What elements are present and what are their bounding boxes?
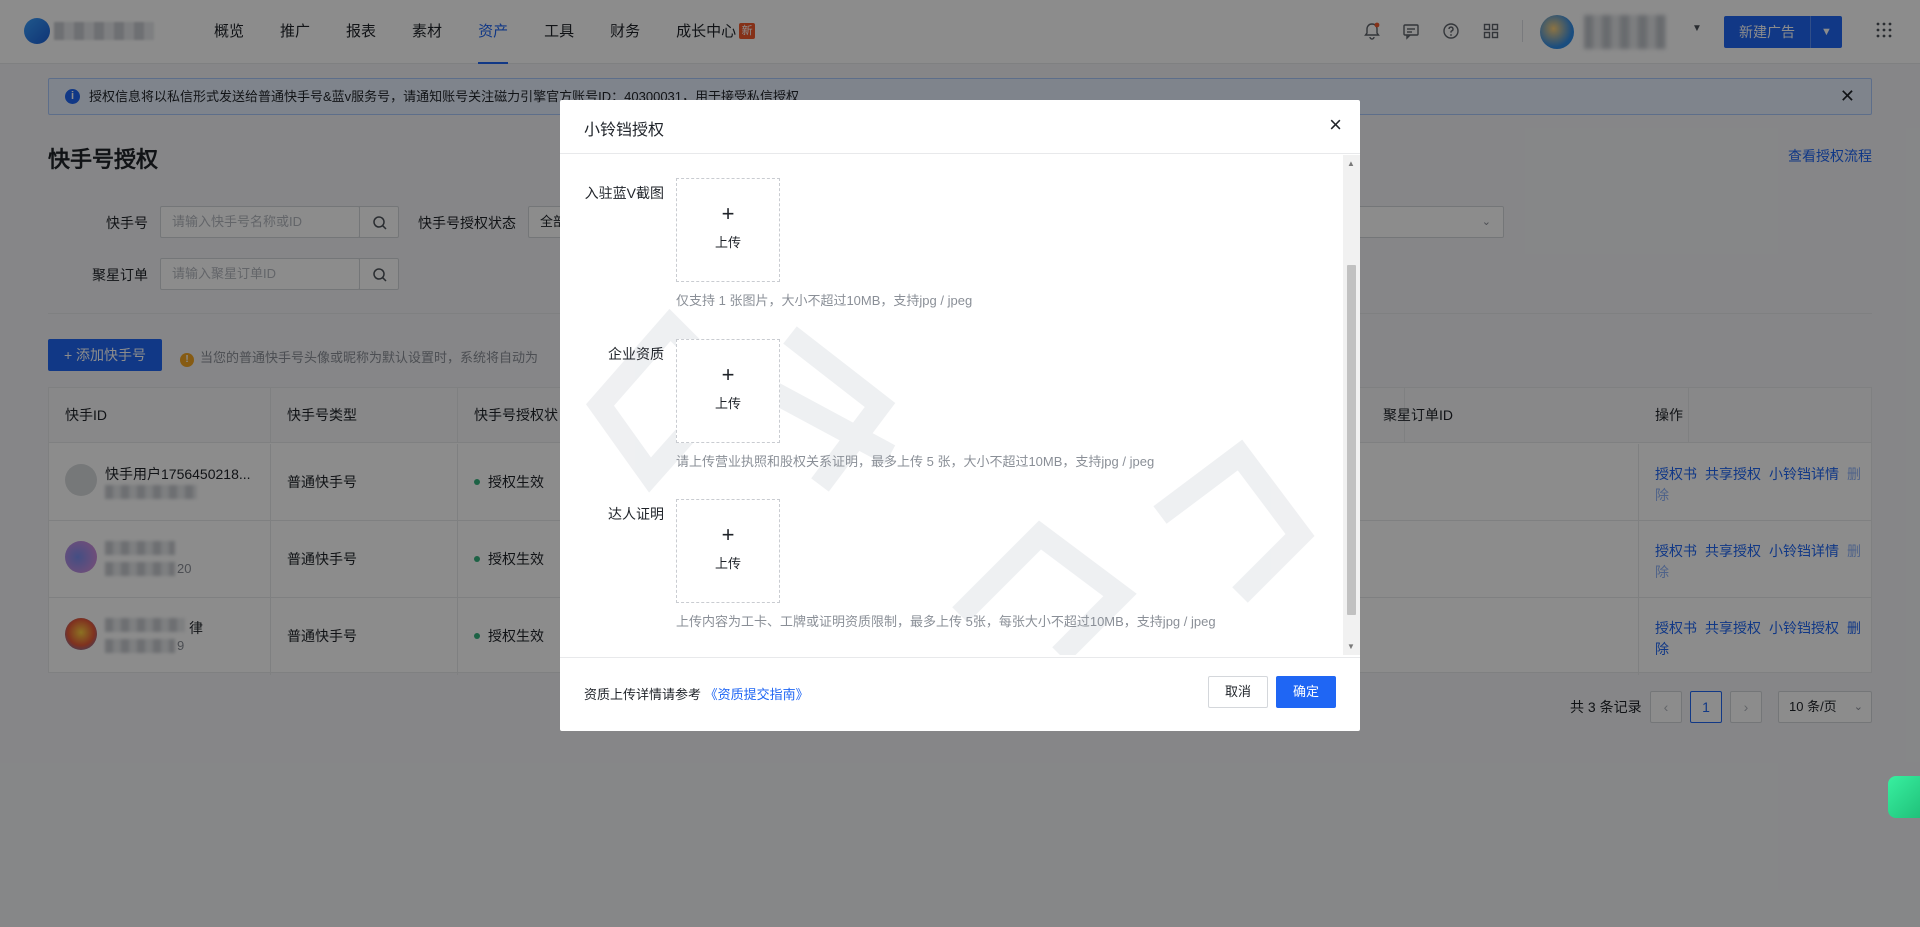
modal-scrollbar[interactable]: ▲ ▼ xyxy=(1343,155,1360,655)
plus-icon: + xyxy=(721,362,735,387)
qualification-guide-link[interactable]: 《资质提交指南》 xyxy=(705,687,809,702)
upload-hint: 仅支持 1 张图片，大小不超过10MB，支持jpg / jpeg xyxy=(676,293,973,308)
upload-hint: 请上传营业执照和股权关系证明，最多上传 5 张，大小不超过10MB，支持jpg … xyxy=(676,454,1155,469)
guide-reference: 资质上传详情请参考 《资质提交指南》 xyxy=(584,684,809,703)
guide-reference-text: 资质上传详情请参考 xyxy=(584,687,702,702)
scrollbar-thumb[interactable] xyxy=(1347,265,1356,615)
modal-body: 入驻蓝V截图 + 上传 仅支持 1 张图片，大小不超过10MB，支持jpg / … xyxy=(560,155,1360,655)
floating-assistant-icon[interactable] xyxy=(1888,776,1920,818)
plus-icon: + xyxy=(721,522,735,547)
upload-label: 上传 xyxy=(714,235,741,250)
modal-header: 小铃铛授权 × xyxy=(560,100,1360,154)
scroll-up-icon[interactable]: ▲ xyxy=(1347,159,1355,168)
confirm-button[interactable]: 确定 xyxy=(1276,676,1336,708)
modal-title: 小铃铛授权 xyxy=(584,122,665,139)
cancel-button[interactable]: 取消 xyxy=(1208,676,1268,708)
modal-footer: 资质上传详情请参考 《资质提交指南》 取消 确定 xyxy=(560,657,1360,731)
upload-label: 上传 xyxy=(714,556,741,571)
close-icon[interactable]: × xyxy=(1329,113,1342,137)
field-label-blue-v-screenshot: 入驻蓝V截图 xyxy=(584,185,664,201)
scroll-down-icon[interactable]: ▼ xyxy=(1347,642,1355,651)
field-label-company-qualification: 企业资质 xyxy=(608,346,664,362)
upload-blue-v-screenshot[interactable]: + 上传 xyxy=(676,178,780,282)
upload-label: 上传 xyxy=(714,396,741,411)
upload-hint: 上传内容为工卡、工牌或证明资质限制，最多上传 5张，每张大小不超过10MB，支持… xyxy=(676,614,1216,629)
upload-talent-proof[interactable]: + 上传 xyxy=(676,499,780,603)
field-label-talent-proof: 达人证明 xyxy=(608,506,664,522)
bell-auth-modal: 小铃铛授权 × 入驻蓝V截图 + 上传 仅支持 1 张图片，大小不超过10MB，… xyxy=(560,100,1360,731)
upload-company-qualification[interactable]: + 上传 xyxy=(676,339,780,443)
plus-icon: + xyxy=(721,201,735,226)
